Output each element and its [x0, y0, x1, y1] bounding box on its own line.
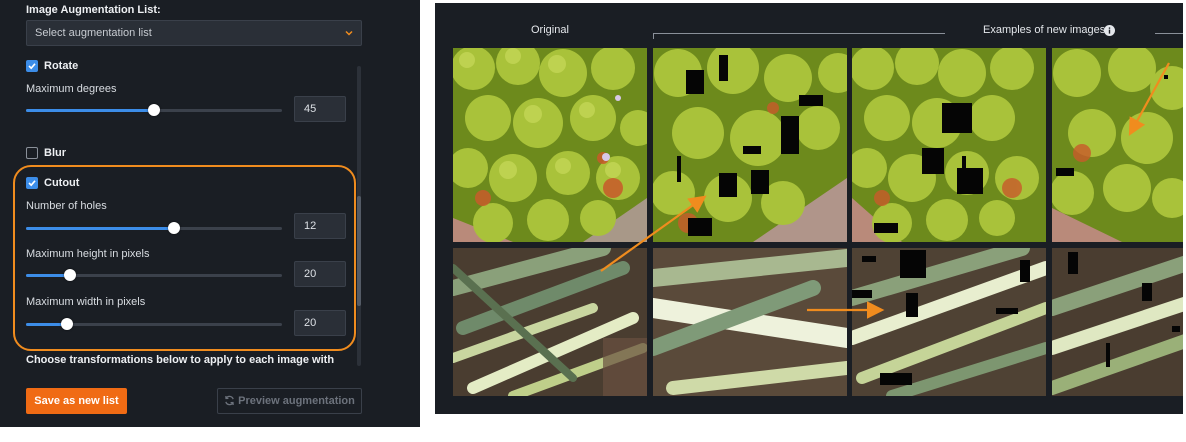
max-degrees-input[interactable]: 45	[294, 96, 346, 122]
example-image-leeks-3	[1052, 248, 1183, 442]
cutout-hole	[996, 308, 1018, 314]
refresh-icon	[225, 395, 234, 406]
max-degrees-slider[interactable]	[26, 104, 282, 116]
leeks-image	[453, 248, 647, 396]
cutout-hole	[900, 250, 926, 278]
cutout-hole	[799, 95, 823, 106]
cutout-hole	[962, 156, 966, 172]
original-image-pears	[453, 48, 647, 242]
preview-augmentation-button[interactable]: Preview augmentation	[217, 388, 362, 414]
cutout-hole	[781, 116, 799, 154]
preview-button-label: Preview augmentation	[238, 395, 355, 407]
cutout-hole	[880, 373, 912, 385]
pears-image	[852, 48, 1046, 242]
blur-label: Blur	[44, 147, 66, 159]
examples-header: Examples of new images	[983, 24, 1106, 36]
example-image-leeks-2	[852, 248, 1046, 442]
instructions-text: Choose transformations below to apply to…	[26, 354, 335, 366]
scrollbar-thumb[interactable]	[357, 196, 361, 306]
augmentation-preview-panel: Original Examples of new images	[435, 3, 1183, 414]
example-image-pears-3	[1052, 48, 1183, 242]
cutout-hole	[942, 103, 972, 133]
leeks-image	[653, 248, 847, 396]
cutout-hole	[1068, 252, 1078, 274]
blur-checkbox[interactable]	[26, 147, 38, 159]
pears-image	[453, 48, 647, 242]
cutout-hole	[862, 256, 876, 262]
slider-fill	[26, 109, 154, 112]
cutout-hole	[1172, 326, 1180, 332]
max-degrees-label: Maximum degrees	[26, 83, 117, 95]
example-image-pears-1	[653, 48, 847, 242]
cutout-hole	[1056, 168, 1074, 176]
bracket-line-left	[653, 33, 945, 34]
cutout-hole	[957, 168, 983, 194]
example-image-leeks-1	[653, 248, 847, 442]
cutout-hole	[1106, 343, 1110, 367]
slider-thumb[interactable]	[148, 104, 160, 116]
augmentation-list-title: Image Augmentation List:	[26, 4, 161, 16]
augmentation-list-select[interactable]: Select augmentation list	[26, 20, 362, 46]
cutout-hole	[874, 223, 898, 233]
cutout-hole	[719, 55, 728, 81]
cutout-hole	[906, 293, 918, 317]
rotate-label: Rotate	[44, 60, 79, 72]
save-as-new-list-button[interactable]: Save as new list	[26, 388, 127, 414]
cutout-hole	[719, 173, 737, 197]
settings-scrollbar[interactable]	[357, 66, 361, 366]
cutout-hole	[922, 148, 944, 174]
cutout-hole	[688, 218, 712, 236]
cutout-hole	[1020, 260, 1030, 282]
cutout-hole	[751, 170, 769, 194]
check-icon	[28, 63, 36, 70]
bracket-line-right	[1155, 33, 1183, 34]
cutout-hole	[1142, 283, 1152, 301]
original-image-leeks	[453, 248, 647, 442]
original-header: Original	[531, 24, 569, 36]
cutout-hole	[686, 70, 704, 94]
rotate-checkbox[interactable]	[26, 60, 38, 72]
cutout-hole	[677, 156, 681, 182]
cutout-hole	[743, 146, 761, 154]
cutout-hole	[1164, 75, 1168, 79]
example-image-pears-2	[852, 48, 1046, 242]
chevron-down-icon	[345, 30, 353, 36]
cutout-highlight-outline	[13, 165, 356, 351]
pears-image	[653, 48, 847, 242]
select-placeholder: Select augmentation list	[35, 27, 152, 39]
augmentation-settings-panel: Image Augmentation List: Select augmenta…	[0, 0, 420, 427]
cutout-hole	[852, 290, 872, 298]
info-icon[interactable]	[1104, 25, 1115, 36]
